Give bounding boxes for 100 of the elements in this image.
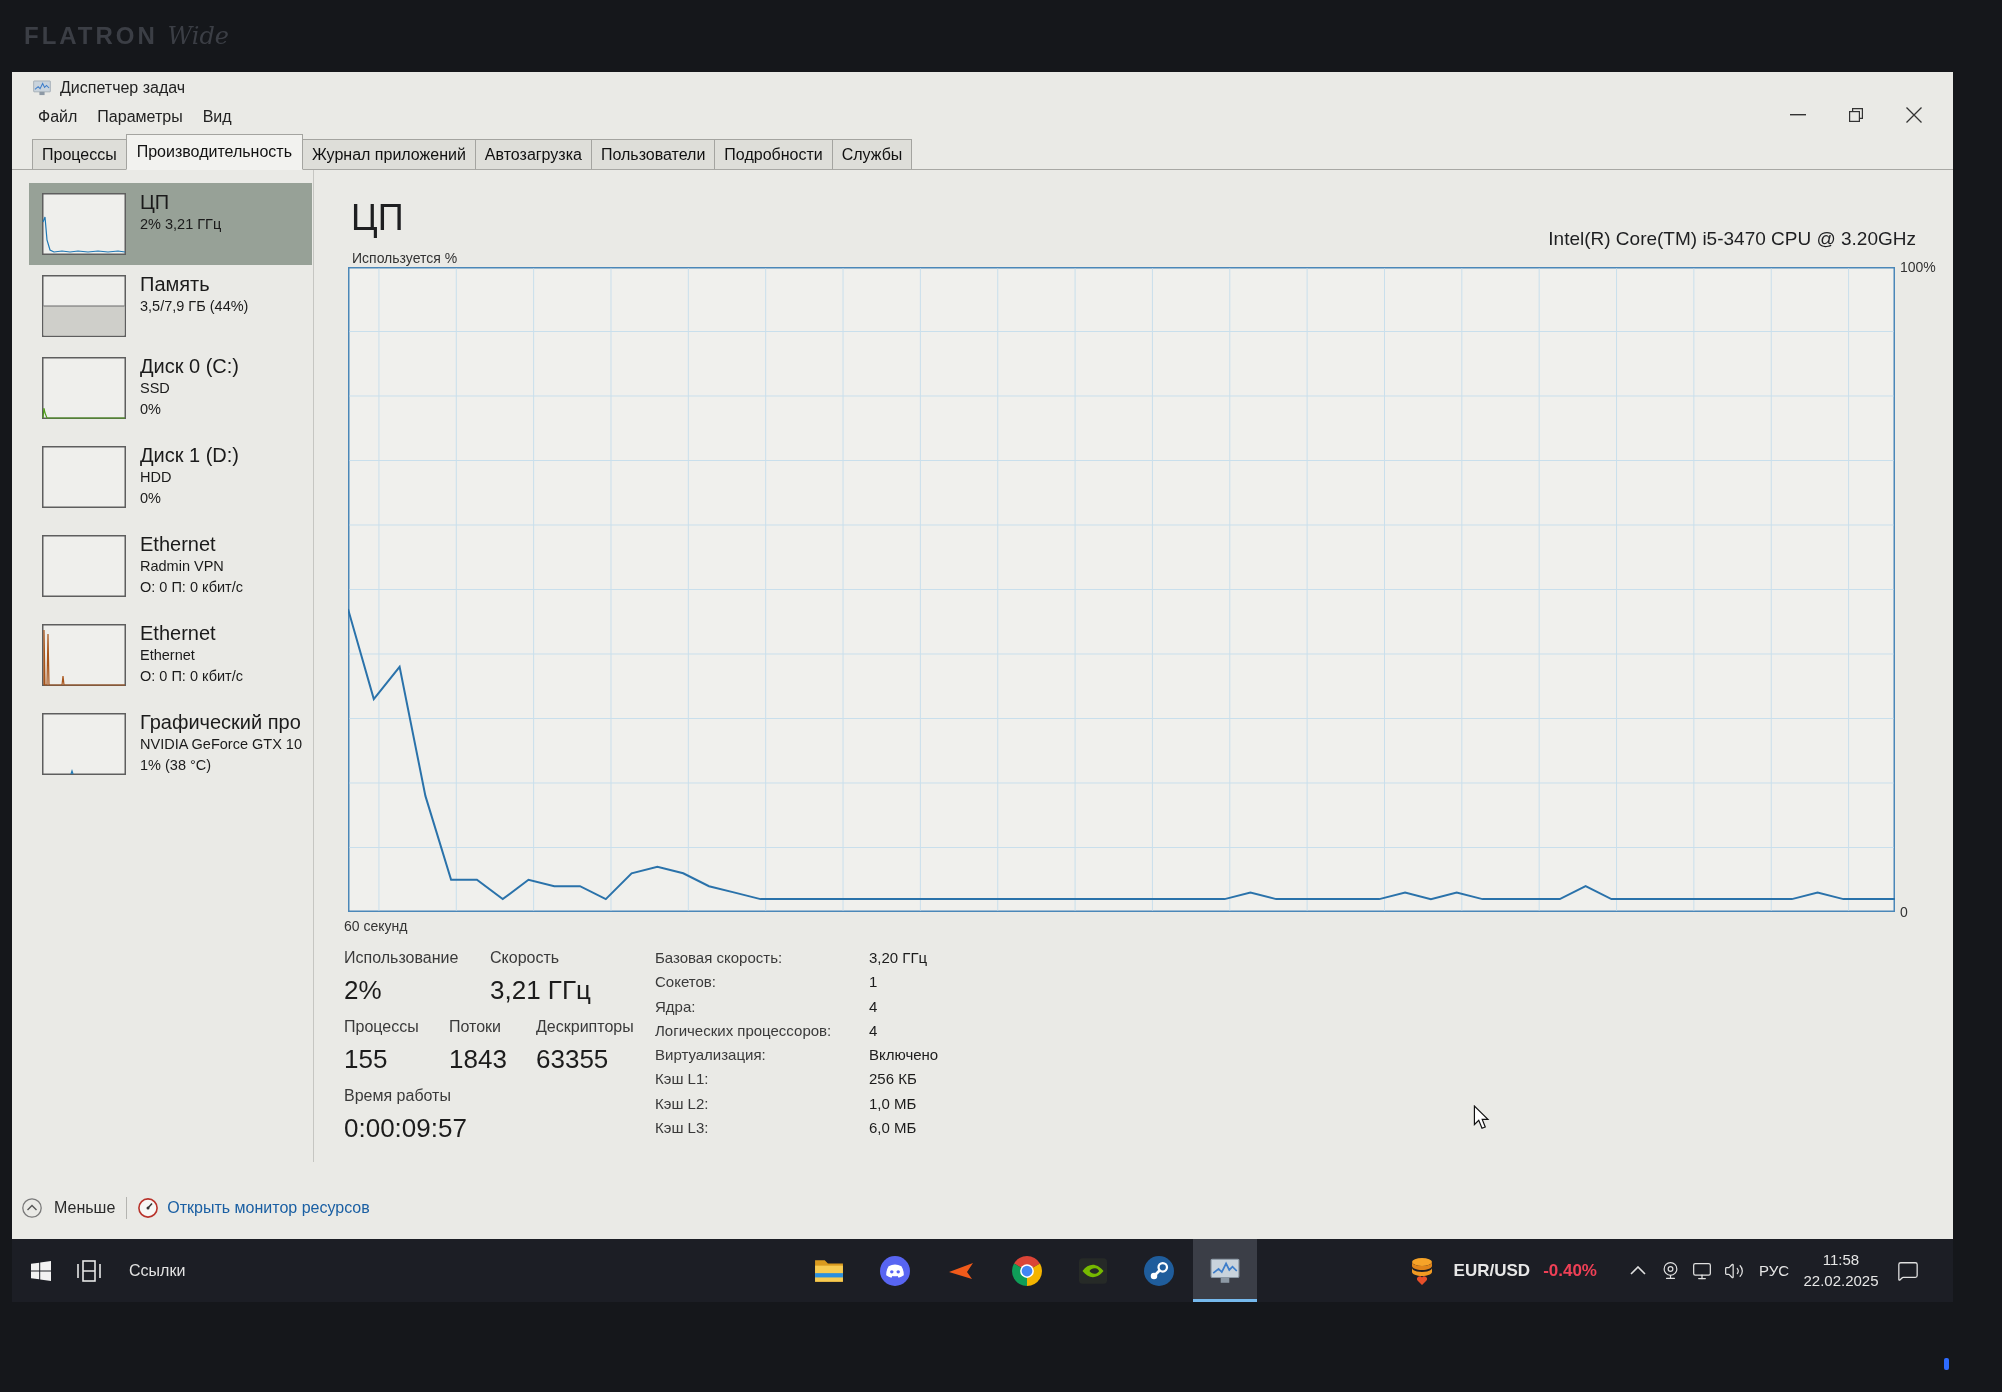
resource-detail: 0% (140, 400, 161, 419)
stat-label: Дескрипторы (536, 1017, 634, 1037)
axis-title: Используется % (352, 250, 458, 266)
resource-detail: Radmin VPN (140, 557, 224, 576)
currency-pair: EUR/USD (1453, 1260, 1531, 1281)
page-heading: ЦП (351, 196, 404, 240)
resource-monitor-link[interactable]: Открыть монитор ресурсов (167, 1199, 370, 1217)
spec-label: Ядра: (655, 996, 696, 1017)
stat-value: 2% (344, 974, 382, 1007)
round-logo-icon (1144, 1255, 1174, 1286)
processor-name: Intel(R) Core(TM) i5-3470 CPU @ 3.20GHz (1548, 227, 1916, 251)
language-indicator[interactable]: РУС (1754, 1239, 1794, 1302)
folder-icon (814, 1257, 844, 1284)
tab[interactable]: Службы (831, 139, 913, 170)
spec-label: Кэш L2: (655, 1093, 709, 1114)
resource-detail: 1% (38 °C) (140, 756, 212, 775)
spec-value: 1 (869, 972, 878, 993)
resource-name: ЦП (140, 190, 170, 214)
task-view-icon (77, 1259, 101, 1282)
gauge-icon (138, 1198, 159, 1218)
spec-label: Виртуализация: (655, 1045, 766, 1066)
tab[interactable]: Журнал приложений (302, 139, 476, 170)
menu-item[interactable]: Вид (198, 105, 236, 129)
stat-value: 155 (344, 1043, 388, 1076)
clock-time: 11:58 (1822, 1251, 1860, 1269)
resource-detail: 0% (140, 489, 161, 508)
spec-value: 4 (869, 996, 878, 1017)
spec-label: Сокетов: (655, 972, 716, 993)
spec-label: Кэш L1: (655, 1069, 709, 1090)
window-title: Диспетчер задач (60, 79, 186, 97)
resource-name: Диск 0 (C:) (140, 354, 240, 378)
resource-detail: 3,5/7,9 ГБ (44%) (140, 297, 249, 316)
power-light (1944, 1358, 1949, 1370)
taskbar-app-button[interactable] (1193, 1239, 1257, 1302)
arrowhead-icon (949, 1262, 973, 1279)
spec-value: 3,20 ГГц (869, 948, 928, 968)
resource-detail: HDD (140, 468, 172, 487)
resource-detail: О: 0 П: 0 кбит/с (140, 667, 243, 686)
tab[interactable]: Пользователи (590, 139, 716, 170)
rate-change: -0.40% (1543, 1260, 1597, 1281)
spec-value: 256 КБ (869, 1069, 917, 1090)
controller-face-icon (880, 1255, 910, 1286)
app-icon (33, 80, 51, 96)
clock[interactable]: 11:58 22.02.2025 (1798, 1239, 1884, 1302)
minimize-icon (1790, 114, 1806, 116)
spec-value: 1,0 МБ (869, 1093, 917, 1114)
resource-name: Ethernet (140, 532, 216, 556)
tab[interactable]: Подробности (714, 139, 833, 170)
spec-label: Логических процессоров: (655, 1020, 832, 1041)
sidebar-item[interactable]: Диск 0 (C:) SSD 0% (29, 347, 312, 436)
stat-label: Использование (344, 948, 459, 968)
line-series (348, 607, 1895, 901)
resource-name: Графический про (140, 710, 301, 734)
resource-name: Память (140, 272, 210, 296)
spec-label: Базовая скорость: (655, 948, 783, 968)
sidebar-item[interactable]: Ethernet Ethernet О: 0 П: 0 кбит/с (29, 614, 312, 703)
resource-detail: 2% 3,21 ГГц (140, 215, 222, 234)
monitor-graph-icon (1210, 1257, 1240, 1284)
mouse-pointer-icon (1473, 1105, 1491, 1131)
resource-name: Диск 1 (D:) (140, 443, 240, 467)
eye-logo-icon (1079, 1257, 1107, 1284)
resource-detail: О: 0 П: 0 кбит/с (140, 578, 243, 597)
sidebar-item[interactable]: Ethernet Radmin VPN О: 0 П: 0 кбит/с (29, 525, 312, 614)
sidebar-item[interactable]: Графический про NVIDIA GeForce GTX 10 1% (38 °C) (29, 703, 312, 792)
spec-value: Включено (869, 1045, 939, 1066)
chevron-up-circle-icon (22, 1198, 42, 1218)
stat-value: 63355 (536, 1043, 609, 1076)
tab[interactable]: Производительность (125, 134, 303, 170)
browser-icon (1012, 1255, 1042, 1286)
stat-label: Процессы (344, 1017, 419, 1037)
stat-value: 3,21 ГГц (490, 974, 591, 1007)
stat-value: 0:00:09:57 (344, 1112, 467, 1145)
sidebar-item[interactable]: Диск 1 (D:) HDD 0% (29, 436, 312, 525)
restore-icon (1849, 108, 1863, 122)
stat-label: Потоки (449, 1017, 502, 1037)
resource-name: Ethernet (140, 621, 216, 645)
toolbar-label: Ссылки (129, 1261, 186, 1280)
clock-date: 22.02.2025 (1803, 1272, 1879, 1290)
resource-detail: SSD (140, 379, 170, 398)
spec-label: Кэш L3: (655, 1118, 709, 1139)
stat-label: Скорость (490, 948, 560, 968)
windows-logo-icon (31, 1260, 51, 1281)
time-span-label: 60 секунд (344, 918, 408, 934)
resource-detail: NVIDIA GeForce GTX 10 (140, 735, 302, 754)
close-icon (1906, 107, 1922, 123)
sidebar-item[interactable]: Память 3,5/7,9 ГБ (44%) (29, 265, 312, 347)
menu-item[interactable]: Параметры (93, 105, 187, 129)
tab[interactable]: Процессы (32, 139, 127, 170)
axis-tick-label: 100% (1900, 259, 1936, 275)
stat-label: Время работы (344, 1086, 451, 1106)
notification-icon (1897, 1259, 1919, 1282)
sidebar-item[interactable]: ЦП 2% 3,21 ГГц (29, 183, 312, 265)
fewer-details-button[interactable]: Меньше (22, 1198, 116, 1218)
stat-value: 1843 (449, 1043, 507, 1076)
tab[interactable]: Автозагрузка (474, 139, 592, 170)
axis-tick-label: 0 (1900, 904, 1908, 920)
monitor-icon (1692, 1260, 1712, 1281)
menu-item[interactable]: Файл (34, 105, 82, 129)
spec-value: 6,0 МБ (869, 1118, 917, 1139)
spec-value: 4 (869, 1020, 878, 1041)
